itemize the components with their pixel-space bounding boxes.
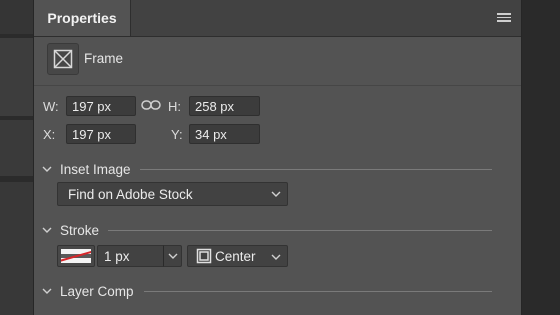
layer-comp-title: Layer Comp — [60, 284, 134, 299]
section-rule — [144, 291, 492, 292]
stroke-align-dropdown[interactable]: Center — [187, 245, 288, 267]
app-background-low — [0, 120, 33, 176]
stroke-width-field[interactable]: 1 px — [97, 245, 164, 267]
layer-comp-section-header[interactable]: Layer Comp — [42, 284, 134, 299]
link-icon[interactable] — [141, 99, 161, 111]
stroke-align-value: Center — [215, 248, 256, 264]
y-label: Y: — [171, 127, 183, 142]
chevron-down-icon — [42, 227, 52, 233]
width-label: W: — [43, 99, 59, 114]
panel-tab-bar: Properties — [34, 0, 521, 37]
app-background-mid — [0, 38, 33, 116]
frame-icon — [47, 43, 79, 75]
chevron-down-icon — [42, 288, 52, 294]
app-background-bottom — [0, 182, 33, 315]
tab-properties-label: Properties — [47, 10, 117, 26]
properties-panel: Properties Frame W: 197 px H: 258 px X: … — [33, 0, 522, 315]
app-background-top — [0, 0, 33, 34]
divider — [34, 85, 521, 86]
tab-properties[interactable]: Properties — [34, 0, 131, 36]
y-field[interactable]: 34 px — [189, 124, 260, 144]
stroke-width-dropdown-button[interactable] — [163, 245, 182, 267]
inset-image-dropdown-value: Find on Adobe Stock — [68, 186, 193, 202]
chevron-down-icon — [42, 166, 52, 172]
stroke-width-value: 1 px — [104, 248, 130, 264]
right-gutter — [520, 0, 560, 315]
inset-image-section-header[interactable]: Inset Image — [42, 162, 131, 177]
inset-image-dropdown[interactable]: Find on Adobe Stock — [57, 182, 288, 206]
height-label: H: — [168, 99, 181, 114]
chevron-down-icon — [168, 253, 178, 259]
hamburger-menu-icon[interactable] — [497, 13, 511, 23]
section-rule — [108, 230, 492, 231]
stroke-section-header[interactable]: Stroke — [42, 223, 99, 238]
x-label: X: — [43, 127, 56, 142]
stroke-center-align-icon — [196, 248, 212, 264]
stroke-swatch-preview — [61, 249, 91, 263]
chevron-down-icon — [271, 191, 281, 197]
x-field[interactable]: 197 px — [66, 124, 136, 144]
width-field[interactable]: 197 px — [66, 96, 136, 116]
section-rule — [140, 169, 492, 170]
frame-label: Frame — [84, 51, 124, 66]
chevron-down-icon — [271, 254, 281, 260]
inset-image-title: Inset Image — [60, 162, 131, 177]
stroke-title: Stroke — [60, 223, 100, 238]
stroke-color-swatch[interactable] — [57, 245, 95, 267]
height-field[interactable]: 258 px — [189, 96, 260, 116]
